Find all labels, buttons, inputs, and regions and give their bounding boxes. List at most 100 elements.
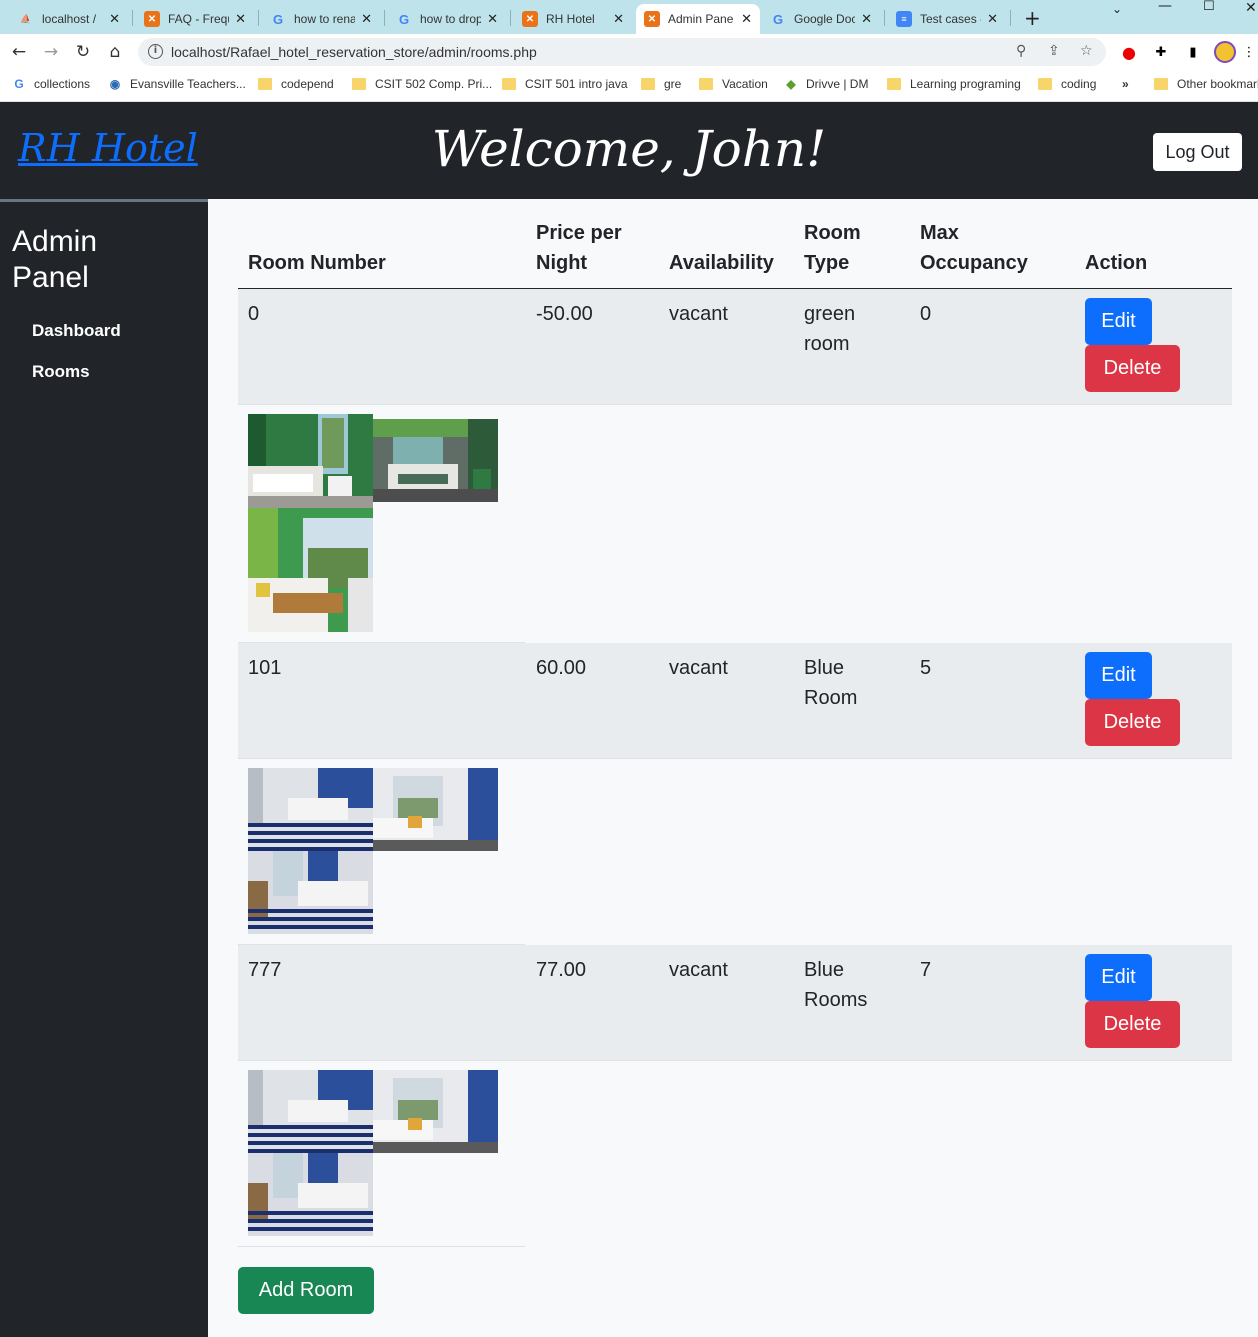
- address-bar[interactable]: i localhost/Rafael_hotel_reservation_sto…: [138, 38, 1106, 66]
- opera-extension-icon[interactable]: ●: [1120, 43, 1138, 62]
- share-icon[interactable]: ⇪: [1048, 43, 1060, 59]
- room-image: [248, 1070, 373, 1153]
- room-image: [373, 768, 498, 851]
- close-tab-icon[interactable]: ✕: [741, 11, 752, 27]
- room-image: [248, 414, 373, 508]
- browser-tab[interactable]: G how to rena ✕: [262, 4, 380, 34]
- folder-icon: [352, 78, 366, 90]
- availability-cell: vacant: [669, 303, 728, 325]
- room-type-cell: green room: [804, 303, 856, 355]
- browser-menu-icon[interactable]: ⋮: [1240, 43, 1258, 61]
- bookmark-collections[interactable]: Gcollections: [12, 77, 90, 91]
- edit-button[interactable]: Edit: [1085, 652, 1152, 699]
- room-number-cell: 101: [248, 657, 282, 679]
- column-header-availability: Availability: [669, 252, 774, 274]
- close-tab-icon[interactable]: ✕: [487, 11, 498, 27]
- availability-cell: vacant: [669, 959, 728, 981]
- browser-tab[interactable]: ✕ FAQ - Frequ ✕: [136, 4, 254, 34]
- phpmyadmin-icon: ⛵: [20, 13, 32, 24]
- folder-icon: [1038, 78, 1052, 90]
- logout-button[interactable]: Log Out: [1153, 133, 1242, 171]
- info-icon[interactable]: i: [148, 44, 163, 59]
- close-tab-icon[interactable]: ✕: [861, 11, 872, 27]
- forward-icon[interactable]: →: [39, 40, 63, 64]
- price-cell: 60.00: [536, 657, 587, 679]
- bookmark-csit502[interactable]: CSIT 502 Comp. Pri...: [352, 77, 492, 91]
- bookmark-csit501[interactable]: CSIT 501 intro java: [502, 77, 628, 91]
- back-icon[interactable]: ←: [7, 40, 31, 64]
- drivve-icon: ◆: [786, 77, 796, 91]
- browser-tab-active[interactable]: ✕ Admin Pane ✕: [636, 4, 760, 34]
- google-icon: G: [272, 11, 284, 27]
- room-type-cell: Blue Room: [804, 657, 858, 709]
- delete-button[interactable]: Delete: [1085, 1001, 1180, 1048]
- max-occupancy-cell: 0: [920, 303, 932, 325]
- bookmark-learning[interactable]: Learning programing: [887, 77, 1021, 91]
- zoom-icon[interactable]: ⚲: [1016, 43, 1026, 59]
- bookmark-vacation[interactable]: Vacation: [699, 77, 768, 91]
- browser-tab[interactable]: ✕ RH Hotel ✕: [514, 4, 632, 34]
- bookmark-evansville[interactable]: ◉ Evansville Teachers...: [108, 77, 246, 91]
- side-panel-icon[interactable]: ▮: [1184, 43, 1202, 61]
- bookmark-codepend[interactable]: codepend: [258, 77, 334, 91]
- bookmark-drivve[interactable]: ◆ Drivve | DM: [784, 77, 868, 91]
- new-tab-icon[interactable]: +: [1024, 6, 1041, 30]
- browser-tab[interactable]: G how to drop ✕: [388, 4, 506, 34]
- max-occupancy-cell: 7: [920, 959, 932, 981]
- bookmark-other[interactable]: Other bookmarks: [1154, 77, 1258, 91]
- docs-icon: ≡: [896, 11, 912, 27]
- close-tab-icon[interactable]: ✕: [235, 11, 246, 27]
- delete-button[interactable]: Delete: [1085, 345, 1180, 392]
- close-tab-icon[interactable]: ✕: [613, 11, 624, 27]
- bookmark-star-icon[interactable]: ☆: [1080, 43, 1093, 59]
- extensions-puzzle-icon[interactable]: ✚: [1152, 43, 1170, 61]
- close-tab-icon[interactable]: ✕: [109, 11, 120, 27]
- table-row: 101 60.00 vacant Blue Room 5 Edit Delete: [238, 643, 1232, 759]
- column-header-price: Price per Night: [536, 222, 622, 274]
- home-icon[interactable]: ⌂: [103, 40, 127, 64]
- site-header: RH Hotel Welcome, John! Log Out: [0, 102, 1258, 199]
- browser-toolbar: ← → ↻ ⌂ i localhost/Rafael_hotel_reserva…: [0, 34, 1258, 70]
- sidebar-title: Admin Panel: [12, 225, 98, 294]
- room-number-cell: 0: [248, 303, 260, 325]
- chevron-down-icon[interactable]: ⌄: [1112, 2, 1122, 16]
- room-image: [373, 1070, 498, 1153]
- edit-button[interactable]: Edit: [1085, 298, 1152, 345]
- close-tab-icon[interactable]: ✕: [987, 11, 998, 27]
- folder-icon: [887, 78, 901, 90]
- sidebar-item-dashboard[interactable]: Dashboard: [32, 321, 121, 341]
- max-occupancy-cell: 5: [920, 657, 932, 679]
- browser-tab[interactable]: G Google Doc ✕: [762, 4, 880, 34]
- bookmark-coding[interactable]: coding: [1038, 77, 1096, 91]
- folder-icon: [699, 78, 713, 90]
- room-type-cell: Blue Rooms: [804, 959, 868, 1011]
- minimize-icon[interactable]: —: [1158, 0, 1172, 14]
- bookmarks-overflow-icon[interactable]: »: [1122, 77, 1129, 91]
- browser-tab[interactable]: ≡ Test cases - ✕: [888, 4, 1006, 34]
- column-header-room-type: Room Type: [804, 222, 861, 274]
- profile-avatar[interactable]: [1214, 41, 1236, 63]
- add-room-button[interactable]: Add Room: [238, 1267, 374, 1314]
- reload-icon[interactable]: ↻: [71, 40, 95, 64]
- xampp-icon: ✕: [644, 11, 660, 27]
- close-window-icon[interactable]: ✕: [1245, 0, 1257, 16]
- table-row: 0 -50.00 vacant green room 0 Edit Delete: [238, 289, 1232, 405]
- close-tab-icon[interactable]: ✕: [361, 11, 372, 27]
- browser-tab[interactable]: ⛵ localhost / ✕: [10, 4, 128, 34]
- room-image: [248, 851, 373, 934]
- bookmark-gre[interactable]: gre: [641, 77, 681, 91]
- browser-tab-strip: ⛵ localhost / ✕ ✕ FAQ - Frequ ✕ G how to …: [0, 0, 1258, 34]
- url-text[interactable]: localhost/Rafael_hotel_reservation_store…: [171, 44, 537, 60]
- rooms-table: Room Number Price per Night Availability…: [208, 199, 1258, 1337]
- sidebar-item-rooms[interactable]: Rooms: [32, 362, 90, 382]
- google-icon: G: [772, 11, 784, 27]
- folder-icon: [641, 78, 655, 90]
- room-image: [373, 419, 498, 502]
- welcome-heading: Welcome, John!: [431, 120, 827, 178]
- folder-icon: [1154, 78, 1168, 90]
- column-header-action: Action: [1085, 252, 1148, 274]
- delete-button[interactable]: Delete: [1085, 699, 1180, 746]
- row-divider: [238, 1246, 525, 1247]
- maximize-icon[interactable]: ☐: [1203, 0, 1215, 14]
- edit-button[interactable]: Edit: [1085, 954, 1152, 1001]
